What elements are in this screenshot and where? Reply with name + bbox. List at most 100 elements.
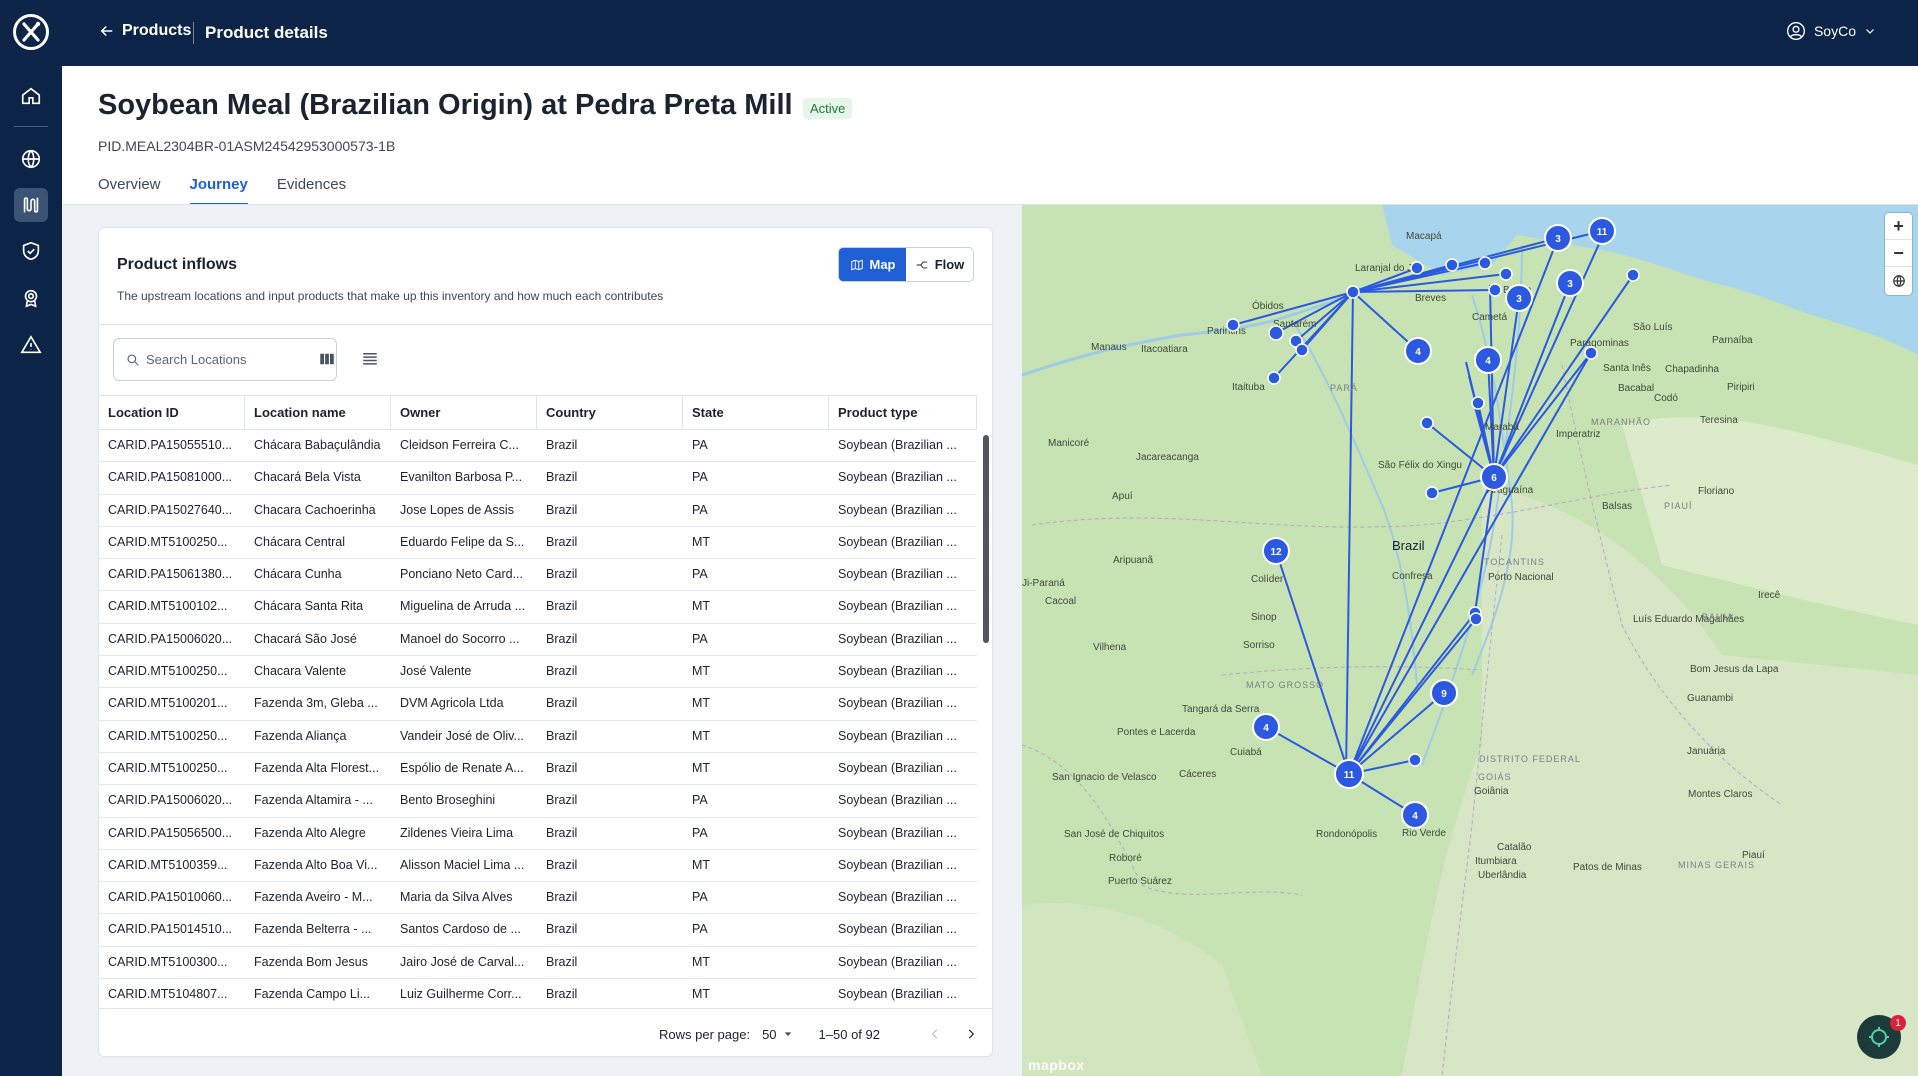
globe-icon[interactable] xyxy=(14,142,48,176)
cell-location-id: CARID.MT5100250... xyxy=(108,534,228,549)
cell-location-id: CARID.PA15010060... xyxy=(108,890,233,905)
table-row[interactable]: CARID.MT5100250... Fazenda Aliança Vandeir… xyxy=(99,721,977,753)
mapbox-logo: mapbox xyxy=(1028,1057,1085,1073)
app-logo[interactable] xyxy=(13,14,49,50)
search-input[interactable] xyxy=(146,352,316,367)
map-place-label: Rio Verde xyxy=(1402,828,1446,839)
state-border xyxy=(1221,666,1483,676)
table-row[interactable]: CARID.MT5100250... Fazenda Alta Florest..… xyxy=(99,753,977,786)
map-place-label: Parnaíba xyxy=(1712,335,1753,346)
cell-owner: DVM Agricola Ltda xyxy=(400,696,504,711)
map-place-label: Irecê xyxy=(1758,590,1781,601)
cell-product-type: Soybean (Brazilian ... xyxy=(838,825,957,840)
map-place-label: Óbidos xyxy=(1252,299,1284,312)
table-row[interactable]: CARID.MT5100250... Chacara Valente José Va… xyxy=(99,656,977,689)
award-icon[interactable] xyxy=(14,281,48,315)
shield-icon[interactable] xyxy=(14,234,48,268)
cell-location-name: Chácara Cunha xyxy=(254,567,342,582)
cell-owner: José Valente xyxy=(400,664,472,679)
table-row[interactable]: CARID.MT5100250... Chácara Central Eduardo… xyxy=(99,527,977,560)
cell-location-name: Chácara Central xyxy=(254,534,346,549)
back-label: Products xyxy=(122,22,192,39)
cell-country: Brazil xyxy=(546,599,578,614)
table-row[interactable]: CARID.MT5100201... Fazenda 3m, Gleba ... D… xyxy=(99,688,977,721)
cell-state: PA xyxy=(692,438,708,452)
map-place-label: Jacareacanga xyxy=(1136,452,1199,463)
map-place-label: Apuí xyxy=(1112,491,1133,502)
zoom-in-button[interactable]: + xyxy=(1885,213,1912,240)
cell-state: MT xyxy=(692,599,711,614)
map-place-label: MATO GROSSO xyxy=(1246,680,1324,690)
tab-journey[interactable]: Journey xyxy=(189,176,248,205)
flow-view-button[interactable]: Flow xyxy=(906,248,973,281)
table-row[interactable]: CARID.PA15055510... Chácara Babaçulândia C… xyxy=(99,430,977,463)
zoom-out-button[interactable]: − xyxy=(1885,240,1912,267)
table-row[interactable]: CARID.MT5100300... Fazenda Bom Jesus Jairo… xyxy=(99,947,977,980)
map-place-label: Pontes e Lacerda xyxy=(1117,727,1196,738)
location-point xyxy=(1408,753,1422,767)
cell-state: PA xyxy=(692,502,708,517)
location-point xyxy=(1499,267,1513,281)
density-icon[interactable] xyxy=(360,349,380,369)
map-place-label: Piripiri xyxy=(1727,382,1755,393)
flow-view-label: Flow xyxy=(934,257,965,272)
tab-evidences[interactable]: Evidences xyxy=(277,176,346,205)
cluster-label: 4 xyxy=(1415,347,1421,358)
map-place-label: Breves xyxy=(1415,293,1446,304)
cell-location-name: Chácara Santa Rita xyxy=(254,599,364,614)
rows-per-page-select[interactable]: 50 xyxy=(762,1027,792,1042)
card-divider xyxy=(99,324,992,325)
warning-icon[interactable] xyxy=(14,328,48,362)
table-scrollbar[interactable] xyxy=(983,435,989,643)
cell-location-name: Chacara Cachoerinha xyxy=(254,502,376,517)
table-row[interactable]: CARID.PA15081000... Chacará Bela Vista Eva… xyxy=(99,462,977,495)
column-header-location-name[interactable]: Location name xyxy=(245,396,391,430)
cell-location-name: Fazenda Bom Jesus xyxy=(254,954,368,969)
column-header-state[interactable]: State xyxy=(683,396,829,430)
cell-owner: Evanilton Barbosa P... xyxy=(400,470,523,485)
cluster-label: 11 xyxy=(1344,770,1355,781)
map-canvas[interactable]: Macapá Macapá Macapá Macapá MacapáLaranj… xyxy=(1022,205,1918,1076)
table-footer-divider xyxy=(99,1008,992,1009)
previous-page-button[interactable] xyxy=(924,1023,946,1045)
column-header-product-type[interactable]: Product type xyxy=(829,396,977,430)
back-to-products-link[interactable]: Products xyxy=(98,22,191,40)
tab-overview[interactable]: Overview xyxy=(98,176,161,205)
search-icon xyxy=(127,353,139,366)
table-row[interactable]: CARID.MT5100359... Fazenda Alto Boa Vi...… xyxy=(99,850,977,883)
table-row[interactable]: CARID.PA15006020... Chacará São José Manoe… xyxy=(99,624,977,657)
table-row[interactable]: CARID.PA15010060... Fazenda Aveiro - M...… xyxy=(99,882,977,915)
columns-icon[interactable] xyxy=(317,349,337,369)
journey-icon[interactable] xyxy=(14,188,48,222)
cell-owner: Maria da Silva Alves xyxy=(400,890,513,905)
home-icon[interactable] xyxy=(14,79,48,113)
cell-product-type: Soybean (Brazilian ... xyxy=(838,728,957,743)
map-place-label: Confresa xyxy=(1392,571,1433,582)
table-row[interactable]: CARID.PA15006020... Fazenda Altamira - ..… xyxy=(99,785,977,818)
table-row[interactable]: CARID.MT5104807... Fazenda Campo Li... Lui… xyxy=(99,979,977,1008)
next-page-button[interactable] xyxy=(960,1023,982,1045)
map-place-label: Paragominas xyxy=(1570,338,1629,349)
cluster-label: 4 xyxy=(1485,356,1491,367)
map-place-label: Puerto Suárez xyxy=(1108,876,1172,887)
column-header-location-id[interactable]: Location ID xyxy=(99,396,245,430)
user-menu[interactable]: SoyCo xyxy=(1786,21,1876,41)
cell-location-id: CARID.MT5100359... xyxy=(108,857,228,872)
journey-map[interactable]: Macapá Macapá Macapá Macapá MacapáLaranj… xyxy=(1022,205,1918,1076)
table-row[interactable]: CARID.PA15014510... Fazenda Belterra - ..… xyxy=(99,914,977,947)
table-row[interactable]: CARID.PA15056500... Fazenda Alto Alegre Zi… xyxy=(99,818,977,850)
globe-view-button[interactable] xyxy=(1885,267,1912,294)
column-header-country[interactable]: Country xyxy=(537,396,683,430)
map-place-label: Montes Claros xyxy=(1688,789,1752,800)
page-title: Soybean Meal (Brazilian Origin) at Pedra… xyxy=(98,89,793,121)
table-row[interactable]: CARID.PA15027640... Chacara Cachoerinha Jo… xyxy=(99,495,977,527)
map-place-label: Santa Inês xyxy=(1603,363,1651,374)
table-row[interactable]: CARID.PA15061380... Chácara Cunha Ponciano… xyxy=(99,559,977,592)
map-place-label: Brazil xyxy=(1392,538,1425,553)
table-row[interactable]: CARID.MT5100102... Chácara Santa Rita Migu… xyxy=(99,591,977,624)
cell-country: Brazil xyxy=(546,760,578,775)
column-header-owner[interactable]: Owner xyxy=(391,396,537,430)
map-place-label: Catalão xyxy=(1497,842,1532,853)
map-view-button[interactable]: Map xyxy=(839,248,906,281)
map-place-label: Bacabal xyxy=(1618,383,1654,394)
